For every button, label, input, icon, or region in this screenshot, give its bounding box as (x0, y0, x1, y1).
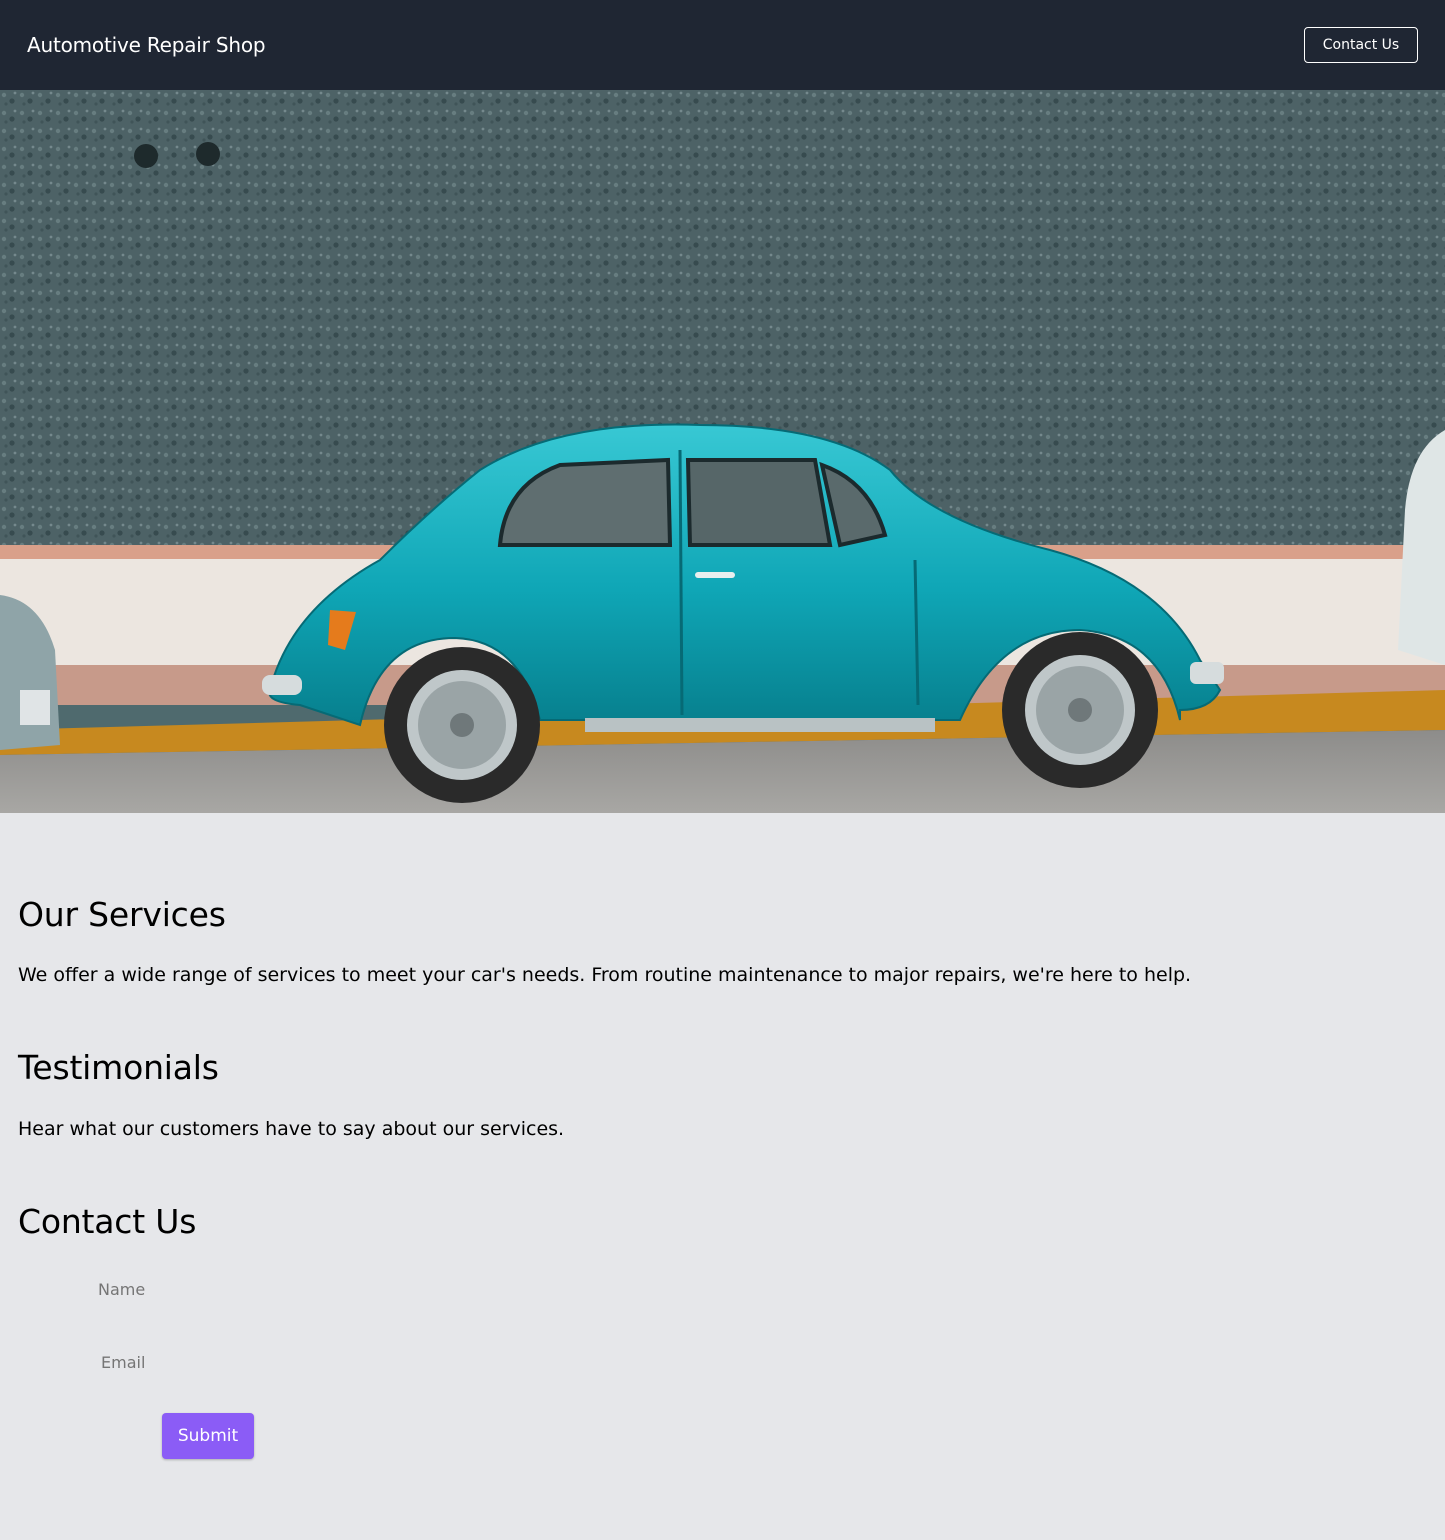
hero-image (0, 90, 1445, 813)
contact-title: Contact Us (18, 1202, 197, 1241)
services-text: We offer a wide range of services to mee… (18, 964, 1192, 986)
testimonials-title: Testimonials (18, 1048, 219, 1087)
name-input[interactable] (98, 1280, 298, 1299)
submit-button[interactable]: Submit (162, 1413, 254, 1459)
brand-title[interactable]: Automotive Repair Shop (27, 33, 266, 57)
car-photo (0, 90, 1445, 813)
email-input[interactable] (101, 1353, 301, 1372)
top-navbar: Automotive Repair Shop Contact Us (0, 0, 1445, 90)
testimonials-text: Hear what our customers have to say abou… (18, 1118, 565, 1140)
services-title: Our Services (18, 895, 226, 934)
contact-us-button[interactable]: Contact Us (1304, 27, 1418, 63)
